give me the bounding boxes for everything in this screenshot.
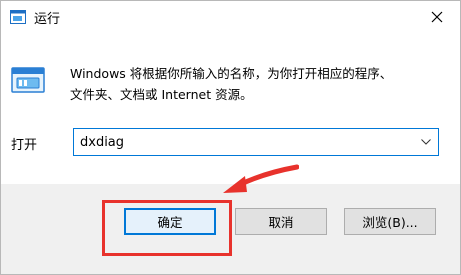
open-label: 打开 [11, 138, 38, 153]
title-bar: 运行 [1, 1, 460, 33]
ok-button[interactable]: 确定 [124, 208, 216, 235]
chevron-down-icon [421, 139, 431, 145]
run-dialog: 运行 Windows 将根据你所输入的名称，为你打开相应的程序、 文件夹、文档或… [0, 0, 461, 275]
close-button[interactable] [414, 1, 460, 33]
open-combobox[interactable] [73, 128, 439, 156]
button-area: 确定 取消 浏览(B)... [1, 184, 460, 274]
dropdown-button[interactable] [414, 129, 438, 155]
cancel-button[interactable]: 取消 [235, 208, 327, 235]
browse-button[interactable]: 浏览(B)... [344, 208, 436, 235]
description-line-1: Windows 将根据你所输入的名称，为你打开相应的程序、 [70, 66, 393, 81]
run-app-icon [10, 10, 26, 24]
open-input[interactable] [74, 129, 404, 155]
description-text: Windows 将根据你所输入的名称，为你打开相应的程序、 文件夹、文档或 In… [70, 63, 450, 105]
run-program-icon [11, 67, 45, 93]
close-icon [431, 11, 443, 23]
description-line-2: 文件夹、文档或 Internet 资源。 [70, 87, 253, 102]
window-title: 运行 [34, 12, 61, 27]
